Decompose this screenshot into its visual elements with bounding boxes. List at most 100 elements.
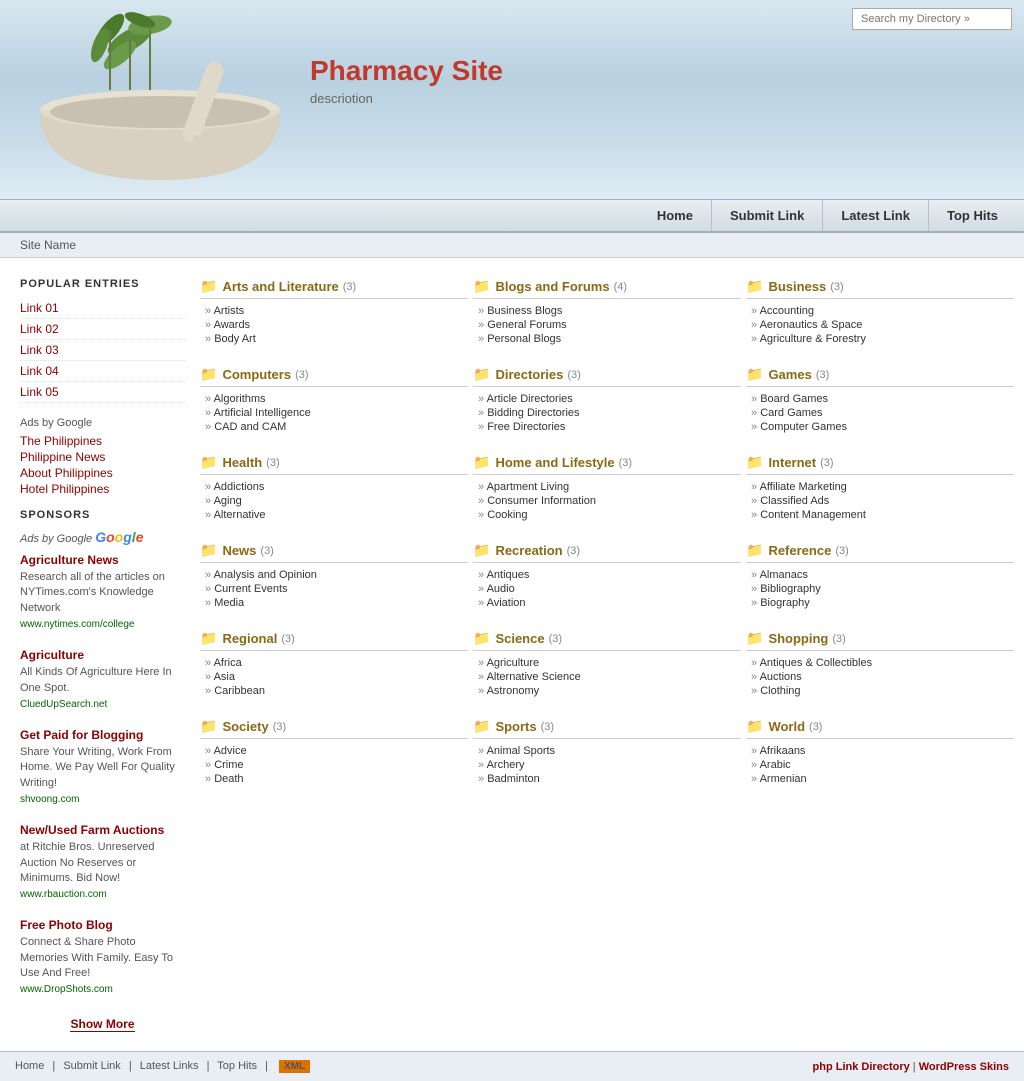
sponsor-ad-title-2[interactable]: Get Paid for Blogging: [20, 728, 143, 742]
category-item-link-14-2[interactable]: Clothing: [760, 685, 800, 697]
category-item-link-2-1[interactable]: Aeronautics & Space: [760, 319, 863, 331]
category-item-link-7-0[interactable]: Apartment Living: [487, 481, 570, 493]
category-item-link-12-0[interactable]: Africa: [214, 657, 242, 669]
category-name-6[interactable]: Health: [222, 455, 262, 470]
category-item-link-10-2[interactable]: Aviation: [487, 597, 526, 609]
search-input[interactable]: [852, 8, 1012, 30]
category-item-link-15-2[interactable]: Death: [214, 773, 243, 785]
sponsor-ad-url-2[interactable]: shvoong.com: [20, 794, 79, 805]
category-item-link-12-1[interactable]: Asia: [214, 671, 235, 683]
sponsor-ad-title-4[interactable]: Free Photo Blog: [20, 918, 113, 932]
adsense-link-4[interactable]: Hotel Philippines: [20, 481, 185, 497]
category-item-link-2-0[interactable]: Accounting: [760, 305, 814, 317]
category-item-link-4-1[interactable]: Bidding Directories: [487, 407, 579, 419]
footer-link-home[interactable]: Home: [15, 1060, 44, 1072]
adsense-link-1[interactable]: The Philippines: [20, 433, 185, 449]
category-item-link-15-0[interactable]: Advice: [214, 745, 247, 757]
popular-link-5[interactable]: Link 05: [20, 382, 185, 403]
category-item-link-1-1[interactable]: General Forums: [487, 319, 566, 331]
category-item-link-13-0[interactable]: Agriculture: [487, 657, 540, 669]
nav-latest-link[interactable]: Latest Link: [822, 200, 928, 231]
nav-home[interactable]: Home: [639, 200, 711, 231]
category-item-link-16-0[interactable]: Animal Sports: [487, 745, 555, 757]
category-name-3[interactable]: Computers: [222, 367, 291, 382]
category-name-7[interactable]: Home and Lifestyle: [495, 455, 614, 470]
category-item-link-9-0[interactable]: Analysis and Opinion: [214, 569, 317, 581]
category-item-link-10-0[interactable]: Antiques: [487, 569, 530, 581]
category-name-0[interactable]: Arts and Literature: [222, 279, 338, 294]
category-item-link-15-1[interactable]: Crime: [214, 759, 243, 771]
category-item-link-0-1[interactable]: Awards: [214, 319, 250, 331]
category-name-1[interactable]: Blogs and Forums: [495, 279, 609, 294]
category-name-14[interactable]: Shopping: [768, 631, 828, 646]
category-item-link-7-2[interactable]: Cooking: [487, 509, 527, 521]
category-item-link-3-0[interactable]: Algorithms: [214, 393, 266, 405]
category-item-link-17-0[interactable]: Afrikaans: [760, 745, 806, 757]
category-item-link-5-0[interactable]: Board Games: [760, 393, 828, 405]
category-name-16[interactable]: Sports: [495, 719, 536, 734]
category-item-link-14-0[interactable]: Antiques & Collectibles: [760, 657, 873, 669]
category-item-link-8-0[interactable]: Affiliate Marketing: [760, 481, 847, 493]
nav-submit-link[interactable]: Submit Link: [711, 200, 822, 231]
category-item-link-11-2[interactable]: Biography: [760, 597, 810, 609]
category-name-8[interactable]: Internet: [768, 455, 816, 470]
category-item-link-5-2[interactable]: Computer Games: [760, 421, 847, 433]
category-item-link-10-1[interactable]: Audio: [487, 583, 515, 595]
nav-top-hits[interactable]: Top Hits: [928, 200, 1016, 231]
sponsor-ad-url-0[interactable]: www.nytimes.com/college: [20, 619, 134, 630]
adsense-link-2[interactable]: Philippine News: [20, 449, 185, 465]
category-item-link-11-0[interactable]: Almanacs: [760, 569, 808, 581]
footer-php-link[interactable]: php Link Directory: [813, 1061, 910, 1073]
footer-link-tophits[interactable]: Top Hits: [217, 1060, 257, 1072]
category-name-9[interactable]: News: [222, 543, 256, 558]
category-item-link-16-1[interactable]: Archery: [487, 759, 525, 771]
category-item-link-6-1[interactable]: Aging: [214, 495, 242, 507]
category-item-link-5-1[interactable]: Card Games: [760, 407, 822, 419]
category-name-4[interactable]: Directories: [495, 367, 563, 382]
popular-link-3[interactable]: Link 03: [20, 340, 185, 361]
category-name-10[interactable]: Recreation: [495, 543, 562, 558]
category-item-link-13-1[interactable]: Alternative Science: [487, 671, 581, 683]
category-item-link-9-1[interactable]: Current Events: [214, 583, 287, 595]
category-item-link-17-1[interactable]: Arabic: [760, 759, 791, 771]
footer-wp-link[interactable]: WordPress Skins: [919, 1061, 1009, 1073]
category-item-link-13-2[interactable]: Astronomy: [487, 685, 540, 697]
sponsor-ad-url-3[interactable]: www.rbauction.com: [20, 889, 107, 900]
category-item-link-1-2[interactable]: Personal Blogs: [487, 333, 561, 345]
category-name-12[interactable]: Regional: [222, 631, 277, 646]
category-item-link-17-2[interactable]: Armenian: [760, 773, 807, 785]
category-name-2[interactable]: Business: [768, 279, 826, 294]
category-name-11[interactable]: Reference: [768, 543, 831, 558]
category-item-link-7-1[interactable]: Consumer Information: [487, 495, 596, 507]
sponsor-ad-url-1[interactable]: CluedUpSearch.net: [20, 699, 107, 710]
category-item-link-3-1[interactable]: Artificial Intelligence: [214, 407, 311, 419]
category-name-15[interactable]: Society: [222, 719, 268, 734]
category-name-5[interactable]: Games: [768, 367, 811, 382]
popular-link-4[interactable]: Link 04: [20, 361, 185, 382]
category-item-link-16-2[interactable]: Badminton: [487, 773, 540, 785]
category-item-link-6-0[interactable]: Addictions: [214, 481, 265, 493]
category-item-link-14-1[interactable]: Auctions: [760, 671, 802, 683]
adsense-link-3[interactable]: About Philippines: [20, 465, 185, 481]
sponsor-ad-url-4[interactable]: www.DropShots.com: [20, 984, 113, 995]
category-item-link-4-0[interactable]: Article Directories: [487, 393, 573, 405]
category-item-link-12-2[interactable]: Caribbean: [214, 685, 265, 697]
category-item-link-1-0[interactable]: Business Blogs: [487, 305, 562, 317]
footer-link-latest[interactable]: Latest Links: [140, 1060, 199, 1072]
sponsor-ad-title-3[interactable]: New/Used Farm Auctions: [20, 823, 164, 837]
sponsor-ad-title-0[interactable]: Agriculture News: [20, 553, 119, 567]
category-item-link-4-2[interactable]: Free Directories: [487, 421, 565, 433]
category-item-link-9-2[interactable]: Media: [214, 597, 244, 609]
category-item-link-0-0[interactable]: Artists: [214, 305, 245, 317]
category-item-link-8-2[interactable]: Content Management: [760, 509, 866, 521]
popular-link-1[interactable]: Link 01: [20, 298, 185, 319]
category-item-link-11-1[interactable]: Bibliography: [760, 583, 821, 595]
category-name-17[interactable]: World: [768, 719, 805, 734]
category-name-13[interactable]: Science: [495, 631, 544, 646]
category-item-link-3-2[interactable]: CAD and CAM: [214, 421, 286, 433]
category-item-link-6-2[interactable]: Alternative: [214, 509, 266, 521]
sponsor-ad-title-1[interactable]: Agriculture: [20, 648, 84, 662]
show-more-link[interactable]: Show More: [70, 1017, 134, 1032]
category-item-link-8-1[interactable]: Classified Ads: [760, 495, 829, 507]
category-item-link-0-2[interactable]: Body Art: [214, 333, 256, 345]
